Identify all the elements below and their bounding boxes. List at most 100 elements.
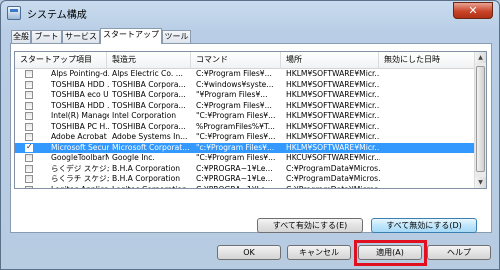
table-cell: TOSHIBA eco U... xyxy=(51,90,109,99)
enable-all-button[interactable]: すべて有効にする(E) xyxy=(257,218,363,233)
table-cell: Adobe Systems In... xyxy=(112,132,188,141)
scroll-thumb[interactable] xyxy=(476,66,485,172)
table-cell: B.H.A Corporation xyxy=(112,174,181,183)
row-checkbox[interactable] xyxy=(25,185,33,188)
row-checkbox[interactable] xyxy=(25,133,33,141)
row-checkbox[interactable]: ✓ xyxy=(25,141,33,152)
app-icon xyxy=(7,6,21,20)
table-cell: C:¥Program Files¥... xyxy=(196,69,272,78)
tab-tools[interactable]: ツール xyxy=(162,30,191,43)
scroll-down-icon[interactable]: ▼ xyxy=(475,177,486,188)
ok-button[interactable]: OK xyxy=(217,245,281,260)
table-cell: "C:¥Program Files¥... xyxy=(196,153,276,162)
table-cell: TOSHIBA HDD ... xyxy=(51,100,109,110)
disable-all-button[interactable]: すべて無効にする(D) xyxy=(371,218,477,233)
tab-services[interactable]: サービス xyxy=(62,30,100,43)
table-cell: C:¥ProgramData¥Micros... xyxy=(286,163,380,173)
column-header-manufacturer[interactable]: 製造元 xyxy=(107,52,191,69)
cancel-button[interactable]: キャンセル xyxy=(287,245,351,260)
title-bar[interactable]: システム構成 ✕ xyxy=(1,1,499,25)
tab-boot[interactable]: ブート xyxy=(31,30,62,43)
table-cell: HKLM¥SOFTWARE¥Micr... xyxy=(286,121,380,131)
table-cell: HKLM¥SOFTWARE¥Micr... xyxy=(286,79,380,89)
table-cell: Adobe Acrobat xyxy=(51,132,107,141)
tab-general[interactable]: 全般 xyxy=(11,30,31,43)
row-checkbox[interactable] xyxy=(25,101,33,110)
table-cell: C:¥PROGRA~1¥Le... xyxy=(196,163,273,173)
table-row[interactable]: Alps Pointing-d... Alps Electric Co. ... C… xyxy=(15,69,475,80)
table-row[interactable]: GoogleToolbarN...Google Inc. "C:¥Program … xyxy=(15,153,475,164)
table-row[interactable]: らくラチ スケジュー...B.H.A Corporation C:¥PROGRA~… xyxy=(15,174,475,185)
table-row[interactable]: Intel(R) Manage...Intel Corporation "C:¥P… xyxy=(15,111,475,122)
table-cell: Google Inc. xyxy=(112,153,155,162)
table-cell: %ProgramFiles%¥T... xyxy=(196,121,275,131)
table-cell: C:¥ProgramData¥Micros... xyxy=(286,174,380,183)
column-header-startup-item[interactable]: スタートアップ項目 xyxy=(15,52,107,69)
row-checkbox[interactable] xyxy=(25,164,33,173)
table-cell: Alps Pointing-d... xyxy=(51,69,109,78)
row-checkbox[interactable] xyxy=(25,112,33,120)
table-cell: HKLM¥SOFTWARE¥Micr... xyxy=(286,69,380,78)
table-cell: HKLM¥SOFTWARE¥Micr... xyxy=(286,132,380,141)
table-cell: TOSHIBA Corpora... xyxy=(112,100,186,110)
table-cell: "C:¥Program Files¥... xyxy=(196,132,276,141)
help-button[interactable]: ヘルプ xyxy=(427,245,491,260)
table-cell: "¥Program Files¥... xyxy=(196,90,268,99)
table-cell: B.H.A Corporation xyxy=(112,163,181,173)
table-cell: HKLM¥SOFTWARE¥Micr... xyxy=(286,111,380,120)
table-cell: らくラチ スケジュー... xyxy=(51,174,109,183)
list-header: スタートアップ項目 製造元 コマンド 場所 無効にした日時 xyxy=(15,52,475,69)
table-cell: "c:¥Program Files¥... xyxy=(196,142,275,152)
table-cell: C:¥PROGRA~1¥Lo... xyxy=(196,184,273,189)
table-cell: TOSHIBA HDD ... xyxy=(51,79,109,89)
startup-list[interactable]: スタートアップ項目 製造元 コマンド 場所 無効にした日時 Alps Point… xyxy=(14,51,487,189)
table-cell: Microsoft Corporat... xyxy=(112,142,190,152)
table-cell: C:¥Program Files¥... xyxy=(196,100,272,110)
table-cell: TOSHIBA PC H... xyxy=(51,121,109,131)
column-header-location[interactable]: 場所 xyxy=(281,52,379,69)
table-cell: Logitec Corporation xyxy=(112,184,187,189)
window-title: システム構成 xyxy=(27,10,87,21)
table-cell: Intel Corporation xyxy=(112,111,177,120)
list-rows: Alps Pointing-d... Alps Electric Co. ... C… xyxy=(15,69,475,189)
tab-startup[interactable]: スタートアップ xyxy=(100,28,162,44)
table-cell: Intel(R) Manage... xyxy=(51,111,109,120)
row-checkbox[interactable] xyxy=(25,122,33,131)
table-row[interactable]: TOSHIBA PC H... TOSHIBA Corpora... %Progra… xyxy=(15,122,475,133)
row-checkbox[interactable] xyxy=(25,175,33,183)
table-cell: C:¥PROGRA~1¥Le... xyxy=(196,174,273,183)
table-cell: GoogleToolbarN... xyxy=(51,153,109,162)
column-header-date-disabled[interactable]: 無効にした日時 xyxy=(379,52,475,69)
table-cell: C:¥windows¥syste... xyxy=(196,79,274,89)
close-button[interactable]: ✕ xyxy=(453,2,493,19)
table-cell: HKCU¥SOFTWARE¥Micr... xyxy=(286,153,380,162)
table-cell: HKLM¥SOFTWARE¥Micr... xyxy=(286,100,380,110)
table-cell: Logitec Applicat... xyxy=(51,184,109,189)
table-row[interactable]: Logitec Applicat...Logitec Corporation C:… xyxy=(15,184,475,189)
table-cell: TOSHIBA Corpora... xyxy=(112,79,186,89)
table-row[interactable]: Adobe Acrobat Adobe Systems In... "C:¥Prog… xyxy=(15,132,475,143)
table-cell: "C:¥Program Files¥... xyxy=(196,111,276,120)
table-cell: Alps Electric Co. ... xyxy=(112,69,183,78)
checkmark-icon: ✓ xyxy=(26,141,33,151)
scroll-up-icon[interactable]: ▲ xyxy=(475,52,486,63)
row-checkbox[interactable] xyxy=(25,91,33,99)
table-cell: TOSHIBA Corpora... xyxy=(112,90,186,99)
row-checkbox[interactable] xyxy=(25,80,33,89)
table-row[interactable]: TOSHIBA HDD ... TOSHIBA Corpora... C:¥wind… xyxy=(15,80,475,91)
table-cell: C:¥ProgramData¥Micros... xyxy=(286,184,380,189)
close-icon: ✕ xyxy=(468,4,478,17)
column-header-command[interactable]: コマンド xyxy=(191,52,281,69)
table-row[interactable]: らくデジ スケジュー...B.H.A Corporation C:¥PROGRA~… xyxy=(15,164,475,175)
highlight-box xyxy=(354,240,427,266)
table-row[interactable]: TOSHIBA eco U...TOSHIBA Corpora... "¥Prog… xyxy=(15,90,475,101)
vertical-scrollbar[interactable]: ▲ ▼ xyxy=(474,52,486,188)
table-row[interactable]: ✓ Microsoft Securi...Microsoft Corporat..… xyxy=(15,141,475,153)
system-config-window: システム構成 ✕ 全般 ブート サービス スタートアップ ツール スタートアップ… xyxy=(0,0,500,270)
table-cell: HKLM¥SOFTWARE¥Micr... xyxy=(286,142,380,152)
table-cell: HKLM¥SOFTWARE¥Micr... xyxy=(286,90,380,99)
row-checkbox[interactable] xyxy=(25,70,33,78)
table-cell: TOSHIBA Corpora... xyxy=(112,121,186,131)
table-row[interactable]: TOSHIBA HDD ... TOSHIBA Corpora... C:¥Prog… xyxy=(15,101,475,112)
row-checkbox[interactable] xyxy=(25,154,33,162)
